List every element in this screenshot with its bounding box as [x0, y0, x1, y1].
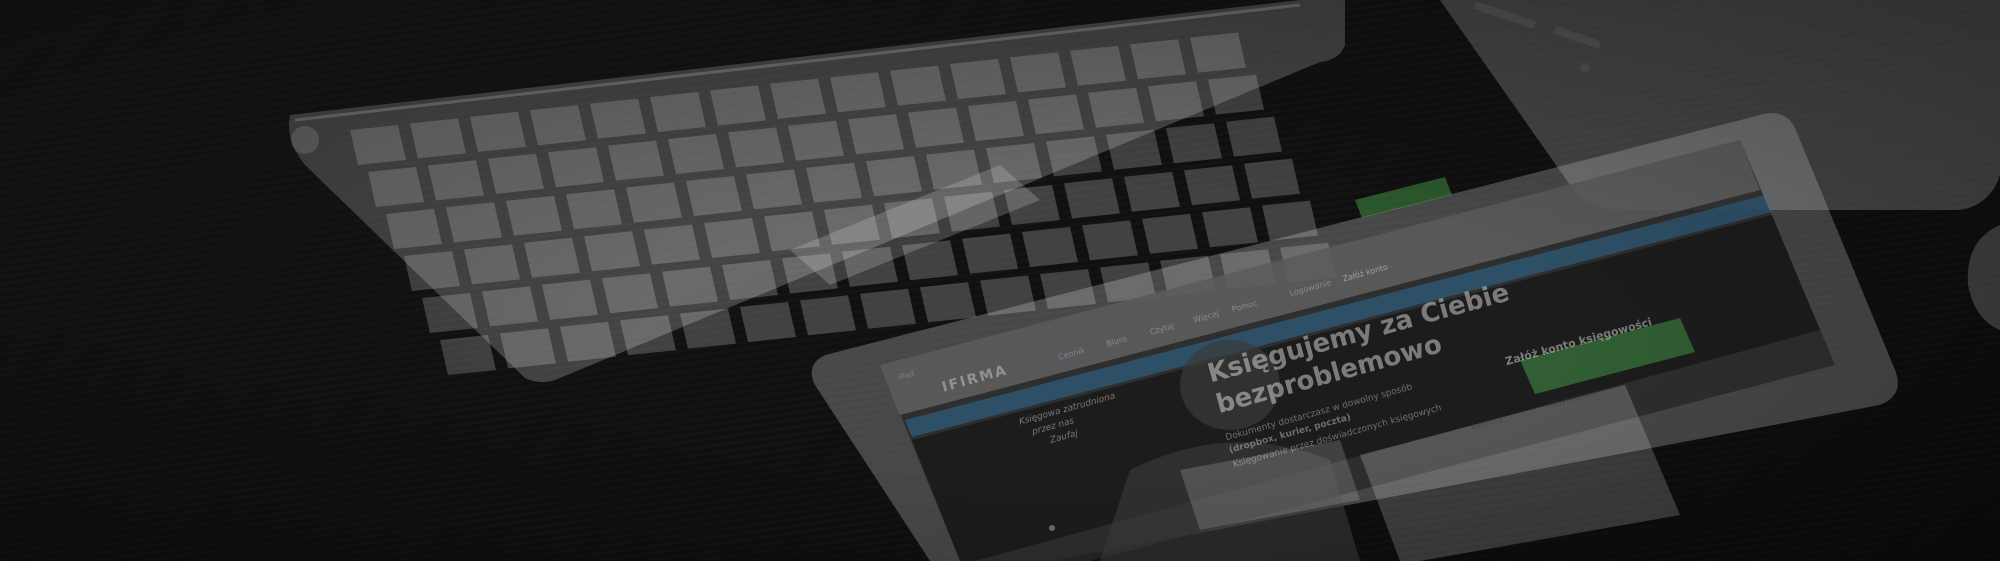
keyboard-key: [770, 78, 826, 119]
keyboard-key: [1082, 220, 1138, 261]
keyboard-key: [722, 260, 778, 300]
keyboard-key: [428, 160, 484, 201]
keyboard-key: [386, 209, 442, 249]
keyboard-key: [470, 111, 526, 152]
keyboard-key: [1208, 74, 1264, 115]
keyboard-key: [1124, 171, 1180, 212]
keyboard-key: [740, 302, 796, 342]
keyboard-key: [608, 140, 664, 181]
keyboard-key: [788, 120, 844, 161]
keyboard-key: [560, 321, 616, 362]
keyboard-key: [662, 266, 718, 307]
keyboard-key: [542, 279, 598, 320]
keyboard-key: [368, 167, 424, 207]
keyboard-key: [1244, 158, 1300, 199]
keyboard-key: [746, 169, 802, 210]
keyboard-key: [1166, 123, 1222, 164]
keyboard-key: [806, 162, 862, 203]
keyboard-key: [1046, 136, 1102, 177]
keyboard-key: [962, 233, 1018, 274]
keyboard-key: [1148, 81, 1204, 122]
keyboard-key: [464, 244, 520, 285]
keyboard-key: [950, 59, 1006, 99]
keyboard-key: [482, 286, 538, 327]
mouse: [1967, 225, 2000, 330]
keyboard-key: [1202, 207, 1258, 248]
keyboard-key: [920, 282, 976, 323]
keyboard-key: [1010, 52, 1066, 93]
keyboard-key: [404, 251, 460, 291]
keyboard-key: [866, 156, 922, 197]
keyboard-key: [1142, 213, 1198, 254]
keyboard-key: [668, 134, 724, 174]
keyboard-key: [626, 182, 682, 223]
keyboard-key: [644, 224, 700, 265]
keyboard-key: [1064, 178, 1120, 219]
keyboard-key: [650, 92, 706, 132]
keyboard-key: [446, 202, 502, 243]
keyboard-key: [848, 114, 904, 155]
keyboard-key: [800, 295, 856, 336]
keyboard-key: [1070, 45, 1126, 86]
keyboard-key: [506, 195, 562, 236]
keyboard-key: [422, 293, 478, 333]
keyboard-key: [728, 127, 784, 168]
keyboard-key: [566, 189, 622, 230]
keyboard-key: [1088, 87, 1144, 128]
keyboard-key: [440, 335, 496, 375]
keyboard-key: [500, 328, 556, 369]
keyboard-key: [908, 107, 964, 148]
keyboard-key: [710, 85, 766, 126]
keyboard-key: [1226, 116, 1282, 157]
keyboard-key: [350, 125, 406, 165]
keyboard-key: [860, 288, 916, 329]
keyboard-key: [830, 72, 886, 113]
home-button: [1049, 525, 1055, 531]
keyboard-key: [1184, 165, 1240, 206]
keyboard-key: [968, 101, 1024, 141]
keyboard-key: [602, 273, 658, 314]
keyboard-key: [1130, 39, 1186, 80]
keyboard-key: [488, 153, 544, 194]
keyboard-key: [890, 65, 946, 106]
keyboard-key: [524, 237, 580, 278]
keyboard-key: [680, 308, 736, 349]
desk-scene: iPad IFIRMA Cennik Biuro Czytaj Więcej P…: [0, 0, 2000, 561]
keyboard-key: [590, 98, 646, 139]
keyboard-key: [704, 218, 760, 258]
keyboard-key: [1190, 32, 1246, 73]
keyboard-key: [530, 105, 586, 146]
keyboard-key: [620, 315, 676, 356]
keyboard-key: [1106, 129, 1162, 170]
scene-illustration: iPad IFIRMA Cennik Biuro Czytaj Więcej P…: [289, 0, 2000, 561]
keyboard-key: [1022, 227, 1078, 267]
keyboard-key: [1028, 94, 1084, 135]
keyboard-key: [410, 118, 466, 159]
keyboard-key: [686, 176, 742, 216]
keyboard-key: [584, 231, 640, 272]
keyboard-key: [548, 147, 604, 188]
